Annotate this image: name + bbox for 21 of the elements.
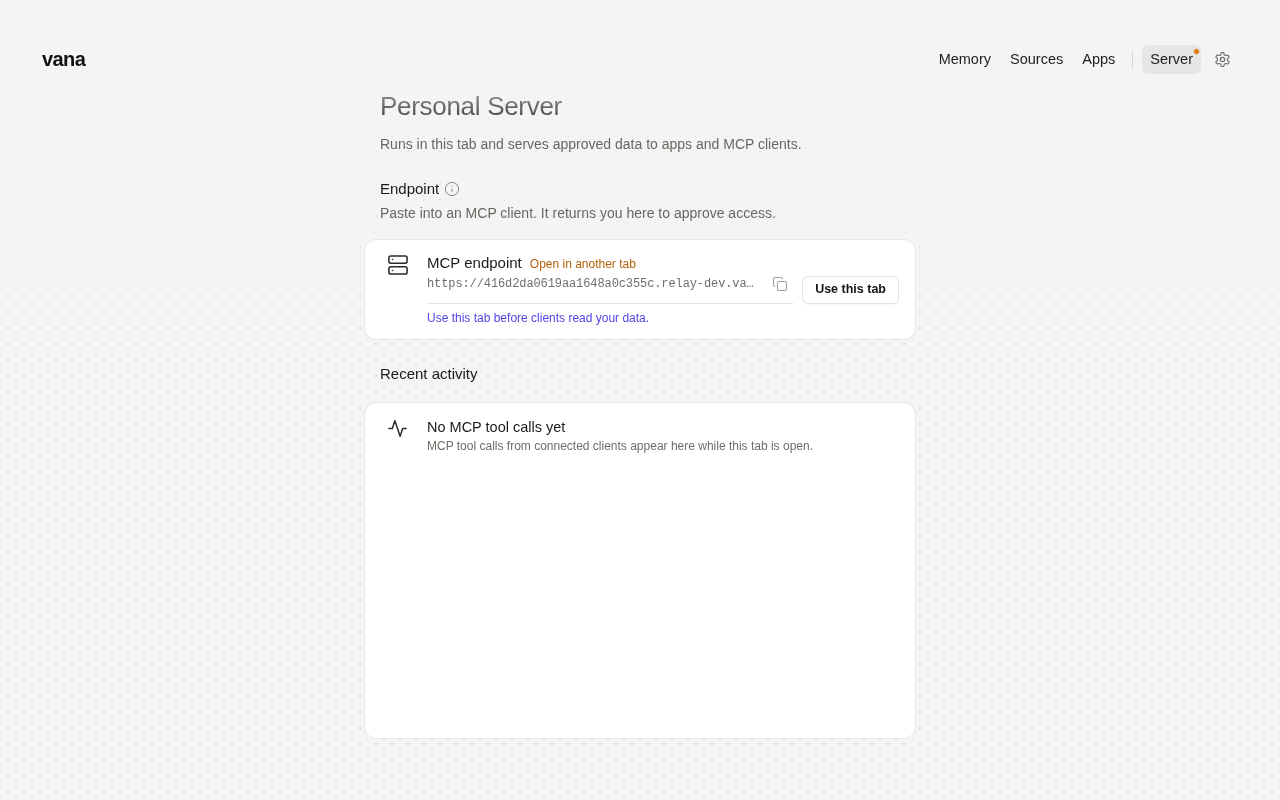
endpoint-url: https://416d2da0619aa1648a0c355c.relay-dev.va… xyxy=(427,276,754,293)
status-label: Open in another tab xyxy=(529,256,636,272)
use-this-tab-button[interactable]: Use this tab xyxy=(802,275,899,304)
section-description: Paste into an MCP client. It returns you here to approve access. xyxy=(379,204,777,223)
nav-tab[interactable]: Sources xyxy=(1002,45,1072,74)
server-icon xyxy=(388,255,408,275)
activity-icon xyxy=(388,419,407,438)
nav-tab[interactable]: Memory xyxy=(930,45,999,74)
card-title: MCP endpoint xyxy=(427,253,522,273)
empty-state-description: MCP tool calls from connected clients appear here while this tab is open. xyxy=(427,438,813,454)
nav-tab[interactable]: Apps xyxy=(1074,45,1124,74)
info-icon[interactable] xyxy=(445,182,460,196)
page-subtitle: Runs in this tab and serves approved data to apps and MCP clients. xyxy=(379,135,803,154)
section-heading: Recent activity xyxy=(379,364,479,384)
nav-tab[interactable]: Server xyxy=(1142,45,1201,74)
hint-text: Use this tab before clients read your data. xyxy=(427,310,651,326)
empty-state-title: No MCP tool calls yet xyxy=(427,418,567,437)
logo[interactable]: vana xyxy=(42,45,86,74)
settings-icon xyxy=(1214,52,1230,67)
copy-icon[interactable] xyxy=(773,277,787,291)
section-heading: Endpoint xyxy=(380,179,440,199)
